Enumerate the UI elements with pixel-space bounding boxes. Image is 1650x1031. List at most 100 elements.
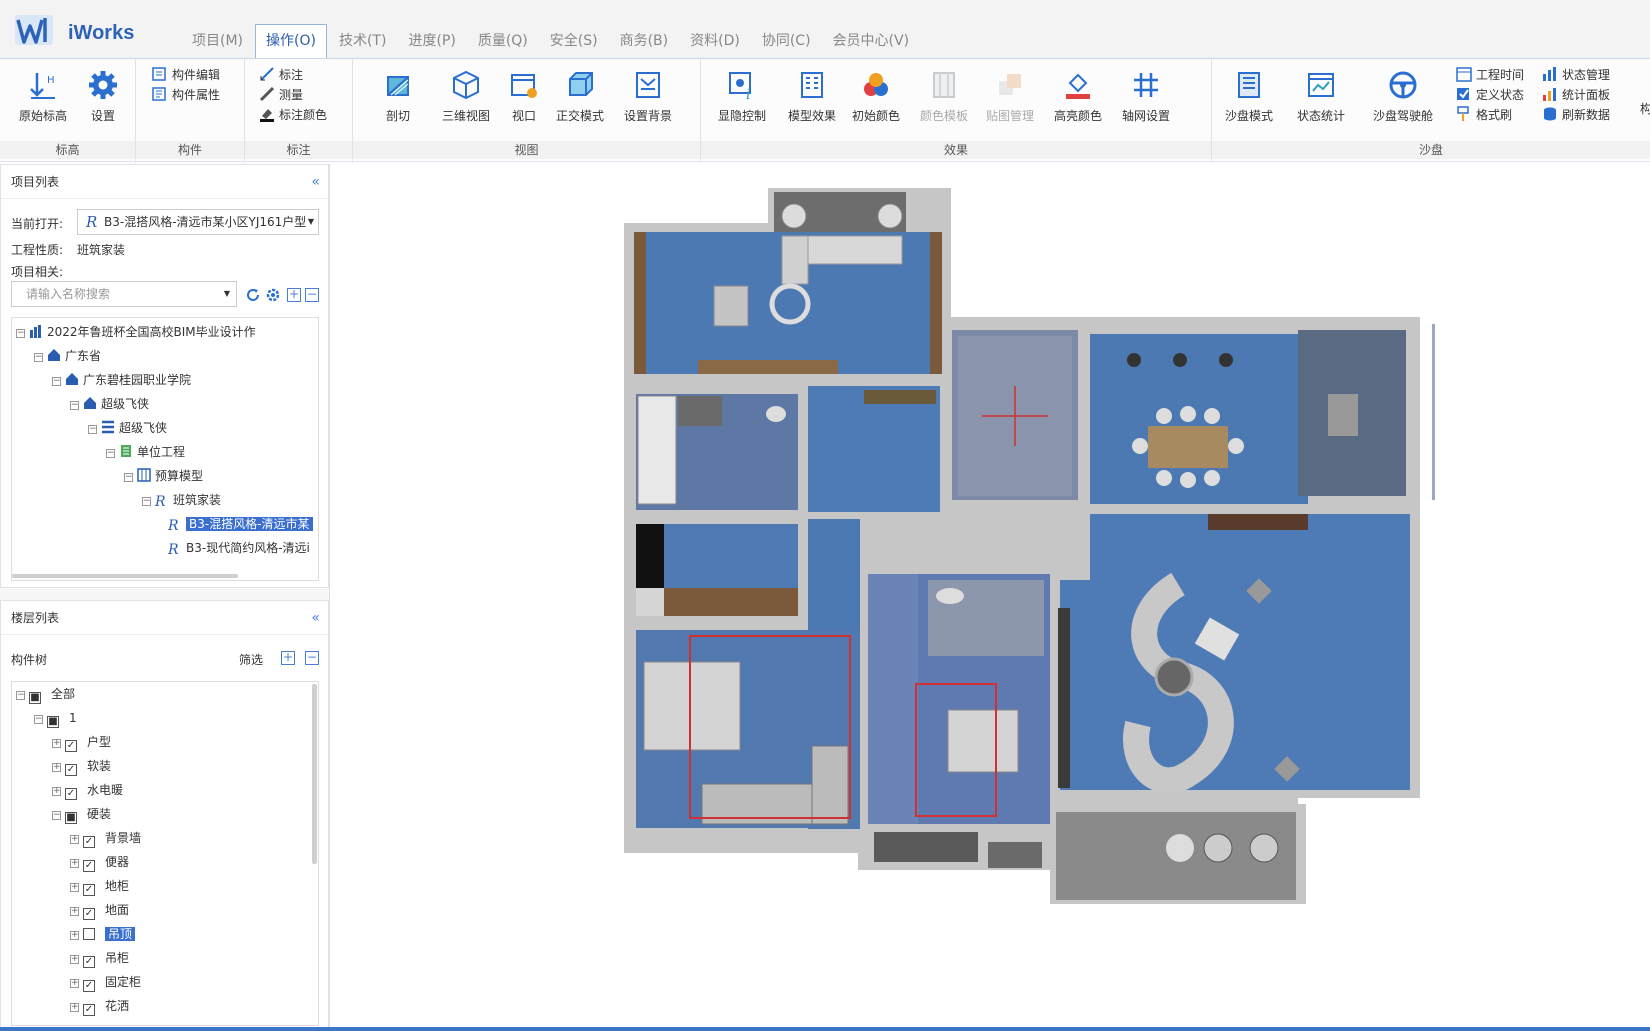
- component-edit-button[interactable]: 构件编辑: [152, 65, 220, 85]
- tree-item-hard[interactable]: − ■ 硬装: [52, 804, 111, 824]
- collapse-project-panel-button[interactable]: «: [311, 165, 320, 199]
- init-color-button[interactable]: 初始颜色: [845, 67, 907, 133]
- expand-all-icon[interactable]: +: [281, 651, 295, 665]
- tree-node-competition[interactable]: −2022年鲁班杯全国高校BIM毕业设计作: [16, 322, 256, 342]
- current-project-select[interactable]: R B3-混搭风格-清远市某小区YJ161户型 ▼: [77, 209, 319, 235]
- tree-node-home-decor[interactable]: − R 班筑家装: [142, 490, 221, 510]
- annotate-icon: [260, 67, 274, 81]
- filter-button[interactable]: 筛选: [239, 651, 263, 668]
- tree-node-team[interactable]: − 超级飞侠: [70, 394, 149, 414]
- expand-all-icon[interactable]: +: [287, 288, 301, 302]
- tree-node-unit[interactable]: − 单位工程: [106, 442, 185, 462]
- tree-item-mep[interactable]: + ✓ 水电暖: [52, 780, 123, 800]
- overflow-button[interactable]: 构: [1640, 99, 1650, 119]
- checkbox-checked-icon[interactable]: ✓: [83, 908, 95, 920]
- collapse-all-icon[interactable]: −: [305, 288, 319, 302]
- tree-item-floor[interactable]: + ✓ 地面: [70, 900, 129, 920]
- collapse-floor-panel-button[interactable]: «: [311, 601, 320, 635]
- horizontal-scrollbar[interactable]: [12, 574, 238, 578]
- color-template-button[interactable]: 颜色模板: [913, 67, 975, 133]
- checkbox-partial-icon[interactable]: ■: [29, 692, 41, 704]
- tree-node-team-project[interactable]: − 超级飞侠: [88, 418, 167, 438]
- tree-item-floor-1[interactable]: − ■ 1: [34, 708, 77, 728]
- checkbox-partial-icon[interactable]: ■: [65, 812, 77, 824]
- set-background-button[interactable]: 设置背景: [617, 67, 679, 133]
- checkbox-checked-icon[interactable]: ✓: [65, 788, 77, 800]
- annotate-button[interactable]: 标注: [259, 65, 303, 85]
- tree-item-ceiling[interactable]: + 吊顶: [70, 924, 136, 944]
- highlight-color-button[interactable]: 高亮颜色: [1047, 67, 1109, 133]
- menu-tab-tech[interactable]: 技术(T): [329, 24, 396, 58]
- checkbox-checked-icon[interactable]: ✓: [83, 884, 95, 896]
- ortho-mode-button[interactable]: 正交模式: [549, 67, 611, 133]
- checkbox-checked-icon[interactable]: ✓: [83, 1004, 95, 1016]
- tree-node-model-mixed[interactable]: R B3-混搭风格-清远市某: [168, 514, 313, 534]
- tree-item-all[interactable]: − ■ 全部: [16, 684, 75, 704]
- settings-button[interactable]: 设置: [72, 67, 134, 133]
- status-stats-button[interactable]: 状态统计: [1290, 67, 1352, 133]
- checkbox-partial-icon[interactable]: ■: [47, 716, 59, 728]
- checkbox-checked-icon[interactable]: ✓: [83, 980, 95, 992]
- viewport-button[interactable]: 视口: [493, 67, 555, 133]
- origin-elevation-button[interactable]: H 原始标高: [12, 67, 74, 133]
- annotate-color-button[interactable]: 标注颜色: [259, 105, 327, 125]
- checkbox-checked-icon[interactable]: ✓: [65, 764, 77, 776]
- model-effect-button[interactable]: 模型效果: [781, 67, 843, 133]
- vertical-scrollbar[interactable]: [312, 684, 317, 864]
- menu-tab-project[interactable]: 项目(M): [182, 24, 253, 58]
- menu-tab-safety[interactable]: 安全(S): [540, 24, 608, 58]
- project-list-panel: 项目列表 « 当前打开: R B3-混搭风格-清远市某小区YJ161户型 ▼ 工…: [0, 164, 329, 588]
- tree-item-soft[interactable]: + ✓ 软装: [52, 756, 111, 776]
- group-view: 剖切 三维视图 视口 正交模式 设置背景 视图: [353, 59, 701, 163]
- checkbox-checked-icon[interactable]: ✓: [83, 956, 95, 968]
- menu-tab-progress[interactable]: 进度(P): [398, 24, 465, 58]
- checkbox-checked-icon[interactable]: ✓: [83, 836, 95, 848]
- format-brush-button[interactable]: 格式刷: [1456, 105, 1512, 125]
- checkbox-unchecked-icon[interactable]: [83, 928, 95, 940]
- collapse-all-icon[interactable]: −: [305, 651, 319, 665]
- tree-item-toilet[interactable]: + ✓ 便器: [70, 852, 129, 872]
- menu-tab-quality[interactable]: 质量(Q): [468, 24, 538, 58]
- tree-item-layout[interactable]: + ✓ 户型: [52, 732, 111, 752]
- menu-tab-operate[interactable]: 操作(O): [255, 24, 327, 58]
- floor-plan-render[interactable]: [338, 164, 1650, 1031]
- section-button[interactable]: 剖切: [367, 67, 429, 133]
- status-manage-button[interactable]: 状态管理: [1542, 65, 1610, 85]
- measure-button[interactable]: 测量: [259, 85, 303, 105]
- texture-manage-button[interactable]: 贴图管理: [979, 67, 1041, 133]
- viewport-scroll-indicator[interactable]: [1432, 324, 1435, 500]
- tree-item-base-cabinet[interactable]: + ✓ 地柜: [70, 876, 129, 896]
- visibility-control-button[interactable]: i 显隐控制: [711, 67, 773, 133]
- view3d-button[interactable]: 三维视图: [435, 67, 497, 133]
- tree-item-feature-wall[interactable]: + ✓ 背景墙: [70, 828, 141, 848]
- model-viewport[interactable]: [338, 164, 1650, 1031]
- menu-tab-documents[interactable]: 资料(D): [680, 24, 750, 58]
- checkbox-checked-icon[interactable]: ✓: [83, 860, 95, 872]
- master-bed: [947, 709, 1019, 773]
- tree-node-budget-model[interactable]: − 预算模型: [124, 466, 203, 486]
- tree-item-shower[interactable]: + ✓ 花洒: [70, 996, 129, 1016]
- menu-tab-business[interactable]: 商务(B): [610, 24, 679, 58]
- tree-node-province[interactable]: − 广东省: [34, 346, 101, 366]
- sandbox-cockpit-button[interactable]: 沙盘驾驶舱: [1368, 67, 1438, 133]
- refresh-icon[interactable]: [245, 287, 261, 303]
- checkbox-checked-icon[interactable]: ✓: [65, 740, 77, 752]
- tree-node-school[interactable]: − 广东碧桂园职业学院: [52, 370, 191, 390]
- tree-item-fixed-cabinet[interactable]: + ✓ 固定柜: [70, 972, 141, 992]
- gear-icon[interactable]: [265, 287, 281, 303]
- menu-tab-collab[interactable]: 协同(C): [752, 24, 821, 58]
- sandbox-mode-button[interactable]: 沙盘模式: [1218, 67, 1280, 133]
- axis-settings-button[interactable]: 轴网设置: [1115, 67, 1177, 133]
- refresh-data-button[interactable]: 刷新数据: [1542, 105, 1610, 125]
- project-time-button[interactable]: 工程时间: [1456, 65, 1524, 85]
- stats-panel-button[interactable]: 统计面板: [1542, 85, 1610, 105]
- model-grid-icon: [137, 468, 151, 482]
- project-search-input[interactable]: 请输入名称搜索 ▼: [11, 281, 237, 307]
- tree-node-model-modern[interactable]: R B3-现代简约风格-清远i: [168, 538, 310, 558]
- menu-tab-member[interactable]: 会员中心(V): [823, 24, 920, 58]
- ruler-icon: [259, 86, 275, 102]
- component-props-button[interactable]: 构件属性: [152, 85, 220, 105]
- herringbone-floor: [868, 574, 918, 824]
- tree-item-wall-cabinet[interactable]: + ✓ 吊柜: [70, 948, 129, 968]
- define-status-button[interactable]: 定义状态: [1456, 85, 1524, 105]
